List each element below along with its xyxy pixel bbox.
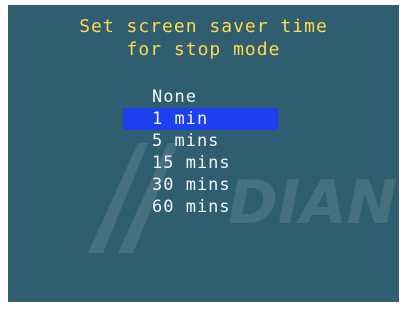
option-15-mins[interactable]: 15 mins [123, 152, 278, 174]
option-5-mins[interactable]: 5 mins [123, 130, 278, 152]
option-30-mins[interactable]: 30 mins [123, 174, 278, 196]
osd-screen: DIAN Set screen saver time for stop mode… [8, 5, 399, 302]
screen-saver-options: None 1 min 5 mins 15 mins 30 mins 60 min… [123, 86, 278, 218]
option-60-mins[interactable]: 60 mins [123, 196, 278, 218]
menu-title-line-1: Set screen saver time [79, 16, 328, 37]
option-1-min[interactable]: 1 min [123, 108, 278, 130]
option-none[interactable]: None [123, 86, 278, 108]
menu-title-line-2: for stop mode [126, 39, 281, 60]
menu-title: Set screen saver time for stop mode [8, 15, 399, 61]
